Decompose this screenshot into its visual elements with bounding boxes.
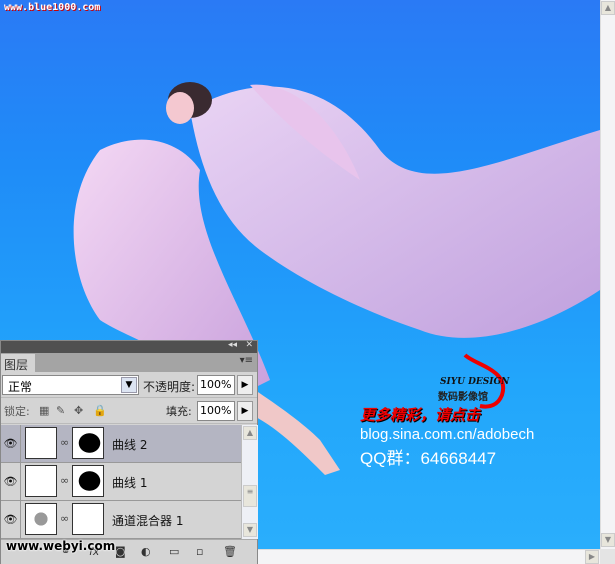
opacity-input[interactable]: 100% <box>197 375 235 395</box>
horizontal-scrollbar[interactable]: ▶ <box>258 549 600 564</box>
collapse-icon[interactable]: ◂◂ <box>228 340 237 350</box>
new-group-icon[interactable]: ▭ <box>169 545 179 558</box>
link-icon[interactable]: ∞ <box>60 436 69 449</box>
layers-list: 👁 ∞ 曲线 2 👁 ∞ 曲线 1 👁 ∞ 通道混合器 1 <box>1 425 241 539</box>
lock-transparent-icon[interactable]: ▦ <box>39 404 49 417</box>
add-mask-icon[interactable]: ◙ <box>115 545 126 558</box>
link-icon[interactable]: ∞ <box>60 474 69 487</box>
logo-brand: SIYU DESIGN <box>440 377 510 387</box>
qq-group: QQ群：64668447 <box>360 449 497 468</box>
fill-label: 填充: <box>166 405 192 418</box>
scroll-up-button[interactable]: ▲ <box>243 426 257 440</box>
vertical-scrollbar[interactable]: ▲ ▼ <box>600 0 615 549</box>
layer-name: 通道混合器 1 <box>112 514 184 528</box>
scroll-thumb[interactable]: ≡ <box>243 485 257 507</box>
scroll-up-button[interactable]: ▲ <box>601 1 615 15</box>
eye-icon[interactable]: 👁 <box>1 463 21 500</box>
new-layer-icon[interactable]: ▫ <box>196 545 203 558</box>
panel-title-bar[interactable]: ◂◂ ✕ <box>1 340 257 353</box>
fill-input[interactable]: 100% <box>197 401 235 421</box>
fill-slider-button[interactable]: ▶ <box>237 401 253 421</box>
curves-thumbnail <box>25 427 57 459</box>
blend-mode-value: 正常 <box>8 380 33 394</box>
link-icon[interactable]: ∞ <box>60 512 69 525</box>
eye-icon[interactable]: 👁 <box>1 425 21 462</box>
layer-row[interactable]: 👁 ∞ 曲线 1 <box>1 463 241 501</box>
scroll-down-button[interactable]: ▼ <box>243 523 257 537</box>
layer-row[interactable]: 👁 ∞ 通道混合器 1 <box>1 501 241 539</box>
blend-mode-select[interactable]: 正常 ▼ <box>2 375 139 395</box>
panel-menu-icon[interactable]: ▾≡ <box>240 355 253 366</box>
layer-name: 曲线 2 <box>112 438 148 452</box>
scroll-down-button[interactable]: ▼ <box>601 533 615 547</box>
close-icon[interactable]: ✕ <box>245 340 253 350</box>
trash-icon[interactable]: 🗑 <box>223 545 237 558</box>
layer-row[interactable]: 👁 ∞ 曲线 2 <box>1 425 241 463</box>
scroll-right-button[interactable]: ▶ <box>585 550 599 564</box>
tab-layers[interactable]: 图层 <box>1 354 35 372</box>
adjustment-layer-icon[interactable]: ◐ <box>141 545 151 558</box>
mask-thumbnail[interactable] <box>72 427 104 459</box>
curves-thumbnail <box>25 465 57 497</box>
chevron-down-icon[interactable]: ▼ <box>121 377 137 393</box>
lock-label: 锁定: <box>4 405 30 418</box>
lock-move-icon[interactable]: ✥ <box>74 404 83 417</box>
eye-icon[interactable]: 👁 <box>1 501 21 538</box>
promo-text: 更多精彩，请点击 <box>360 406 481 424</box>
watermark-top: www.blue1000.com <box>4 2 101 13</box>
logo-brand-cn: 数码影像馆 <box>438 392 488 403</box>
layers-panel: ◂◂ ✕ 图层 ▾≡ 正常 ▼ 不透明度: 100% ▶ 锁定: ▦ ✎ ✥ 🔒 填… <box>0 340 258 564</box>
lock-all-icon[interactable]: 🔒 <box>93 404 107 417</box>
mask-thumbnail[interactable] <box>72 503 104 535</box>
watermark-bottom: www.webyi.com <box>6 539 116 553</box>
lock-brush-icon[interactable]: ✎ <box>56 404 65 417</box>
siyu-logo: SIYU DESIGN 数码影像馆 更多精彩，请点击 blog.sina.com… <box>360 350 600 470</box>
layer-name: 曲线 1 <box>112 476 148 490</box>
resize-grip[interactable] <box>600 549 615 564</box>
opacity-slider-button[interactable]: ▶ <box>237 375 253 395</box>
opacity-label: 不透明度: <box>143 380 196 394</box>
channel-mixer-thumbnail <box>25 503 57 535</box>
mask-thumbnail[interactable] <box>72 465 104 497</box>
blog-link: blog.sina.com.cn/adobech <box>360 426 535 443</box>
layers-scrollbar[interactable]: ▲ ≡ ▼ <box>241 425 258 539</box>
